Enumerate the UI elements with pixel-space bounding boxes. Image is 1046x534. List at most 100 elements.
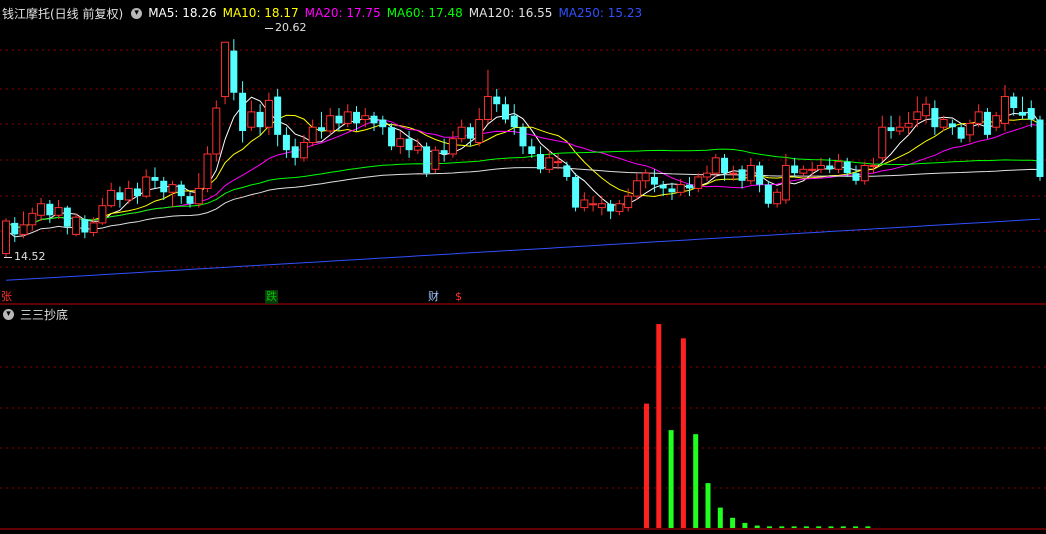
candle-body	[931, 108, 939, 128]
candle-body	[922, 103, 931, 117]
candle-body	[379, 119, 387, 128]
candle	[107, 182, 116, 208]
candle-body	[685, 184, 693, 189]
candle-body	[816, 164, 825, 170]
candle	[632, 173, 641, 200]
candle-body	[834, 161, 843, 170]
candle-body	[826, 165, 834, 170]
candle-body	[808, 168, 817, 171]
candle-body	[107, 189, 116, 207]
candle-body	[256, 111, 264, 128]
candle	[1027, 100, 1035, 128]
chart-canvas[interactable]	[0, 0, 1046, 534]
candle	[738, 165, 746, 189]
candle	[895, 115, 904, 135]
candle-body	[186, 196, 194, 204]
candle	[308, 119, 317, 147]
candle	[721, 154, 729, 181]
candle-body	[676, 184, 685, 193]
indicator-bar	[791, 526, 797, 528]
candle	[781, 154, 790, 204]
candle	[519, 123, 527, 154]
candle-body	[1000, 96, 1009, 124]
candle-body	[904, 122, 913, 128]
candle-body	[703, 172, 712, 178]
candle-body	[694, 176, 703, 189]
candle	[537, 146, 545, 174]
indicator-bar	[754, 525, 760, 528]
candle	[887, 115, 895, 139]
event-marker-limit-down[interactable]: 跌	[265, 290, 278, 304]
event-marker-finance[interactable]: 财	[428, 290, 439, 304]
candle-body	[869, 164, 878, 167]
candle	[221, 41, 230, 105]
indicator-panel-header: ▾ 三三抄底	[0, 305, 74, 323]
event-marker-limit-up[interactable]: 张	[1, 290, 12, 304]
candle	[878, 115, 887, 162]
candle	[98, 198, 107, 225]
candle	[396, 131, 405, 154]
candle-body	[589, 203, 598, 206]
ma60-label: MA60: 17.48	[386, 6, 463, 20]
ma250-line	[5, 218, 1041, 281]
candle-body	[160, 180, 168, 193]
indicator-bar	[840, 526, 846, 528]
candle-body	[721, 157, 729, 174]
candle-body	[370, 115, 378, 124]
candle	[343, 104, 352, 128]
candle-body	[939, 119, 948, 128]
candle	[694, 173, 703, 193]
candle	[72, 213, 81, 237]
candle-body	[475, 119, 484, 144]
high-price-value: 20.62	[275, 21, 307, 34]
candle-body	[221, 41, 230, 98]
candle	[116, 186, 124, 208]
candle-body	[878, 126, 887, 159]
candle-body	[151, 176, 159, 181]
candle-body	[194, 187, 203, 205]
candle	[203, 146, 212, 193]
candle-body	[852, 173, 860, 181]
candle	[1010, 92, 1018, 116]
candle-body	[396, 138, 405, 147]
candle	[431, 146, 440, 174]
candle-body	[738, 169, 746, 181]
indicator-title[interactable]: 三三抄底	[20, 306, 68, 323]
candle	[773, 188, 782, 208]
candle-body	[212, 107, 221, 155]
candle	[133, 182, 141, 204]
candle	[256, 104, 264, 135]
candle-body	[203, 153, 212, 189]
indicator-bar	[865, 526, 871, 528]
indicator-bar	[717, 507, 723, 528]
candle-body	[519, 127, 527, 147]
stock-title[interactable]: 钱江摩托(日线 前复权)	[2, 5, 123, 22]
candle-body	[580, 199, 589, 209]
indicator-bar	[656, 324, 662, 528]
candle	[239, 81, 247, 143]
candle	[1036, 115, 1044, 181]
candle-body	[63, 207, 71, 227]
candle-body	[493, 96, 501, 105]
indicator-bar	[705, 483, 711, 528]
candle	[510, 104, 518, 135]
candle	[563, 161, 571, 181]
candle	[142, 169, 151, 199]
chevron-down-icon[interactable]: ▾	[131, 7, 143, 19]
candle-body	[54, 207, 63, 216]
candle-body	[448, 138, 457, 155]
candle-body	[413, 145, 422, 151]
candle	[11, 217, 19, 243]
candle	[756, 161, 764, 193]
candle	[212, 100, 221, 162]
candle-body	[974, 111, 983, 124]
candle-body	[1027, 108, 1035, 120]
event-marker-dividend[interactable]: $	[455, 290, 462, 304]
indicator-bar	[742, 522, 748, 528]
candle-body	[1010, 96, 1018, 109]
candle-body	[668, 188, 676, 193]
chevron-down-icon[interactable]: ▾	[3, 308, 14, 320]
indicator-bars	[644, 324, 871, 528]
candle-body	[440, 150, 448, 154]
candle-body	[729, 172, 738, 175]
